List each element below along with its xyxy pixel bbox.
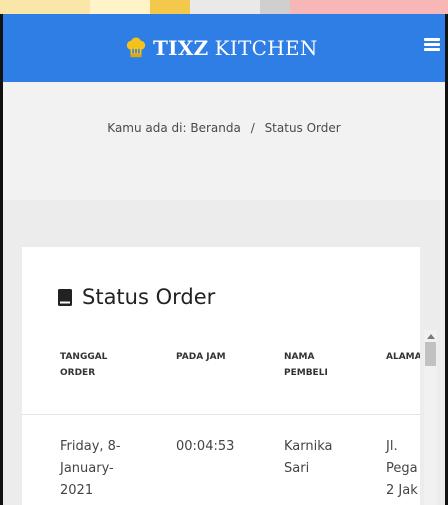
breadcrumb-separator: / xyxy=(250,121,255,135)
cell-line: January- xyxy=(60,461,114,476)
breadcrumb-current: Status Order xyxy=(264,121,341,135)
hamburger-icon[interactable] xyxy=(424,38,440,52)
breadcrumb-section: Kamu ada di: Beranda / Status Order xyxy=(3,82,445,200)
table-cell-tanggal: Friday, 8- January- 2021 xyxy=(60,436,121,502)
table-row-divider xyxy=(22,414,420,415)
table-header-nama[interactable]: NAMA PEMBELI xyxy=(284,349,328,381)
scrollbar-thumb[interactable] xyxy=(425,342,436,366)
top-banner-strip xyxy=(0,0,448,14)
scroll-up-arrow-icon[interactable] xyxy=(426,334,435,339)
card-title-text: Status Order xyxy=(82,285,216,309)
card-title: Status Order xyxy=(58,285,215,309)
cell-line: 00:04:53 xyxy=(176,439,235,454)
status-order-card: Status Order TANGGAL ORDER PADA JAM NAMA… xyxy=(22,247,420,505)
cell-line: Pega xyxy=(386,461,418,476)
book-icon xyxy=(58,288,72,306)
breadcrumb: Kamu ada di: Beranda / Status Order xyxy=(3,121,445,135)
cell-line: 2021 xyxy=(60,483,94,498)
cell-line: Karnika xyxy=(284,439,333,454)
table-header-tanggal[interactable]: TANGGAL ORDER xyxy=(60,349,107,381)
cell-line: Jl. xyxy=(386,439,398,454)
cell-line: Sari xyxy=(284,461,310,476)
header-line: PEMBELI xyxy=(284,368,328,378)
header-line: TANGGAL xyxy=(60,352,108,362)
status-order-table: TANGGAL ORDER PADA JAM NAMA PEMBELI ALAM… xyxy=(22,345,420,505)
navbar: TIXZ KITCHEN xyxy=(3,14,445,82)
brand-name-bold: TIXZ xyxy=(153,36,209,60)
header-line: PADA JAM xyxy=(176,352,226,362)
table-cell-alamat: Jl. Pega 2 Jak xyxy=(386,436,418,502)
table-header-jam[interactable]: PADA JAM xyxy=(176,349,226,365)
header-line: ORDER xyxy=(60,368,96,378)
table-cell-nama: Karnika Sari xyxy=(284,436,333,480)
breadcrumb-prefix: Kamu ada di: xyxy=(107,121,187,135)
breadcrumb-home-link[interactable]: Beranda xyxy=(190,121,240,135)
cell-line: 2 Jak xyxy=(386,483,418,498)
table-cell-jam: 00:04:53 xyxy=(176,436,234,458)
brand-name-rest: KITCHEN xyxy=(214,36,318,60)
table-scrollbar[interactable] xyxy=(424,330,437,505)
cell-line: Friday, 8- xyxy=(60,439,121,454)
header-line: NAMA xyxy=(284,352,315,362)
chef-hat-icon xyxy=(126,37,146,58)
brand-logo[interactable]: TIXZ KITCHEN xyxy=(125,36,318,60)
header-line: ALAMA xyxy=(386,352,420,362)
table-header-alamat[interactable]: ALAMA xyxy=(386,349,420,365)
